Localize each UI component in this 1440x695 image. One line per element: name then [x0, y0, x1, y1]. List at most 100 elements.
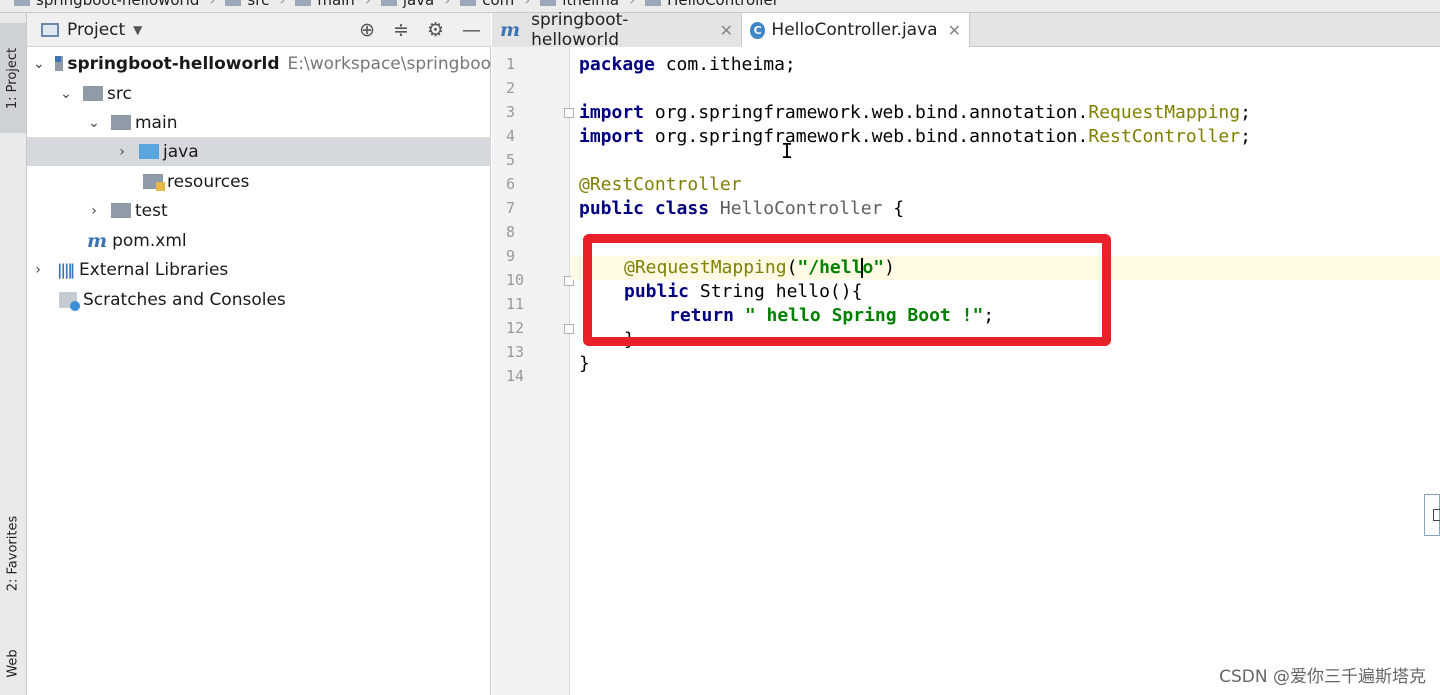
project-window-icon: [41, 23, 59, 37]
line-number: 2: [506, 79, 516, 97]
folder-icon: [111, 203, 131, 218]
code-editor: m springboot-helloworld ✕ C HelloControl…: [492, 10, 1440, 695]
line-number: 5: [506, 151, 516, 169]
breadcrumb-separator: ›: [209, 0, 216, 9]
tab-hello-controller[interactable]: C HelloController.java ✕: [742, 13, 970, 47]
chevron-right-icon[interactable]: ›: [115, 144, 129, 160]
tool-tab-project[interactable]: 1: Project: [0, 23, 26, 133]
chevron-down-icon[interactable]: ⌄: [59, 86, 73, 102]
breadcrumb-item-src[interactable]: src: [225, 0, 269, 9]
watermark: CSDN @爱你三千遍斯塔克: [1219, 667, 1426, 687]
class-icon: C: [750, 21, 766, 39]
dropdown-arrow-icon: ▼: [133, 23, 143, 37]
breadcrumb-separator: ›: [364, 0, 371, 9]
line-number: 10: [506, 271, 525, 289]
tree-item-label: Scratches and Consoles: [83, 289, 286, 310]
folder-icon: [295, 0, 312, 6]
line-number: 4: [506, 127, 516, 145]
locate-file-icon[interactable]: ⊕: [359, 19, 375, 41]
chevron-right-icon[interactable]: ›: [87, 203, 101, 219]
chevron-down-icon[interactable]: ⌄: [33, 56, 45, 72]
package-icon: [460, 0, 477, 6]
tree-item-label: test: [135, 200, 168, 221]
project-panel-title: Project: [67, 20, 126, 40]
tab-label: springboot-helloworld: [531, 10, 629, 50]
code-line-3: import org.springframework.web.bind.anno…: [579, 102, 1251, 123]
left-tool-strip: 1: Project 2: Favorites Web: [0, 13, 27, 695]
side-popup-tab[interactable]: [1424, 494, 1440, 536]
hide-panel-icon[interactable]: —: [462, 19, 481, 41]
tool-tab-web-label: Web: [5, 648, 21, 678]
close-icon[interactable]: ✕: [948, 21, 961, 40]
line-number: 14: [506, 367, 525, 385]
line-number: 11: [506, 295, 525, 313]
tree-item-main[interactable]: ⌄ main: [27, 108, 491, 137]
tree-item-label: src: [107, 83, 132, 104]
chevron-down-icon[interactable]: ⌄: [87, 115, 101, 131]
tree-item-java[interactable]: › java: [27, 137, 491, 166]
breadcrumb-item-project[interactable]: springboot-helloworld: [14, 0, 199, 9]
breadcrumb: springboot-helloworld › src › main › jav…: [0, 0, 1440, 13]
module-icon: [14, 0, 30, 6]
line-number: 12: [506, 319, 525, 337]
tree-item-label: External Libraries: [78, 259, 229, 280]
chevron-right-icon[interactable]: ›: [31, 262, 45, 278]
tool-tab-web[interactable]: Web: [0, 628, 26, 695]
close-icon[interactable]: ✕: [720, 21, 733, 40]
breadcrumb-item-java[interactable]: java: [380, 0, 434, 9]
highlight-annotation-box: [583, 234, 1111, 346]
collapse-all-icon[interactable]: ≑: [393, 19, 409, 41]
line-number: 9: [506, 247, 516, 265]
folder-icon: [83, 86, 103, 101]
line-number-gutter: 1 2 3 4 5 6 7 8 9 10 11 12 13 14: [492, 47, 574, 695]
tree-item-label: pom.xml: [112, 230, 187, 251]
scratches-icon: [59, 291, 80, 311]
project-view-selector[interactable]: Project ▼: [41, 20, 142, 40]
folder-icon: [111, 115, 131, 130]
code-line-4: import org.springframework.web.bind.anno…: [579, 126, 1251, 147]
source-folder-icon: [139, 144, 159, 159]
tool-tab-favorites-label: 2: Favorites: [5, 515, 21, 591]
folder-icon: [225, 0, 242, 6]
breadcrumb-item-com[interactable]: com: [460, 0, 514, 9]
line-number: 7: [506, 199, 516, 217]
library-icon: |||‖: [57, 260, 75, 279]
gear-icon[interactable]: ⚙: [427, 19, 444, 41]
tree-item-src[interactable]: ⌄ src: [27, 79, 491, 108]
breadcrumb-separator: ›: [444, 0, 451, 9]
breadcrumb-separator: ›: [279, 0, 286, 9]
breadcrumb-separator: ›: [629, 0, 636, 9]
module-icon: [54, 56, 64, 71]
tree-item-pom[interactable]: m pom.xml: [27, 226, 491, 255]
folder-icon: [380, 0, 397, 6]
code-line-7: public class HelloController {: [579, 198, 905, 219]
package-icon: [540, 0, 557, 6]
breadcrumb-item-main[interactable]: main: [295, 0, 355, 9]
resources-folder-icon: [143, 174, 165, 191]
tool-tab-favorites[interactable]: 2: Favorites: [0, 493, 26, 613]
breadcrumb-item-itheima[interactable]: itheima: [540, 0, 619, 9]
editor-tab-bar: m springboot-helloworld ✕ C HelloControl…: [492, 10, 1440, 50]
project-panel-header: Project ▼ ⊕ ≑ ⚙ —: [27, 13, 491, 47]
maven-icon: m: [87, 229, 108, 252]
tree-item-scratches[interactable]: Scratches and Consoles: [27, 285, 491, 314]
tree-item-resources[interactable]: resources: [27, 167, 491, 196]
tree-item-test[interactable]: › test: [27, 196, 491, 225]
tab-pom[interactable]: m springboot-helloworld ✕: [492, 10, 742, 50]
code-area[interactable]: package com.itheima; import org.springfr…: [571, 47, 1440, 695]
breadcrumb-item-class[interactable]: HelloController: [645, 0, 779, 9]
maven-icon: m: [500, 19, 521, 41]
tree-item-label: java: [163, 141, 199, 162]
tree-item-project-root[interactable]: ⌄ springboot-helloworld E:\workspace\spr…: [27, 49, 491, 78]
line-number: 3: [506, 103, 516, 121]
line-number: 13: [506, 343, 525, 361]
project-panel: Project ▼ ⊕ ≑ ⚙ — ⌄ springboot-helloworl…: [27, 13, 491, 695]
project-path: E:\workspace\springboo: [287, 53, 491, 74]
code-line-1: package com.itheima;: [579, 54, 796, 75]
tool-tab-project-label: 1: Project: [5, 47, 21, 109]
mouse-ibeam-cursor-icon: I: [781, 139, 794, 163]
class-icon: [645, 0, 662, 6]
tree-item-external-libraries[interactable]: › |||‖ External Libraries: [27, 255, 491, 284]
breadcrumb-separator: ›: [524, 0, 531, 9]
code-line-6: @RestController: [579, 174, 742, 195]
